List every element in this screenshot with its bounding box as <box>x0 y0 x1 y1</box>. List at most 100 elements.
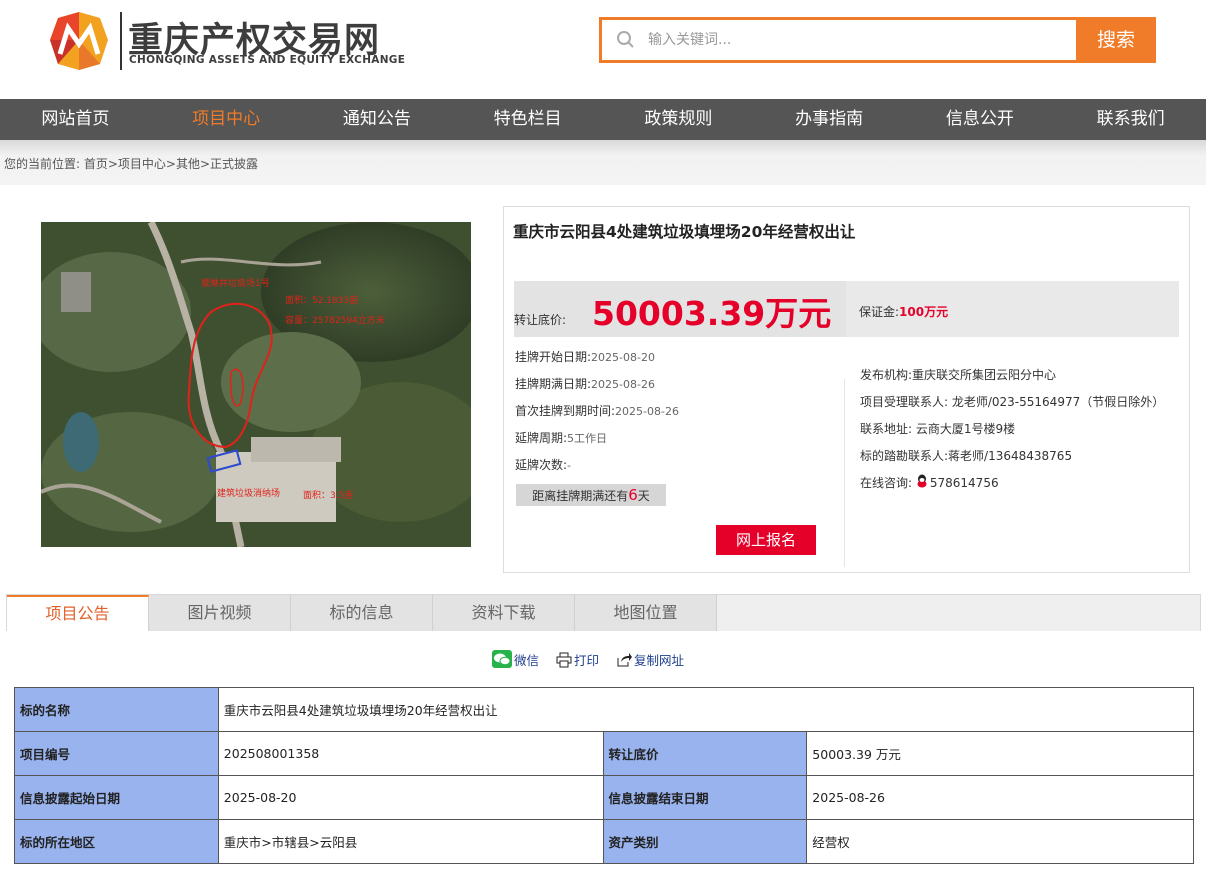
tab-4[interactable]: 地图位置 <box>575 595 717 631</box>
deposit-value: 100万元 <box>899 305 949 319</box>
listing-row: 延牌次数:- <box>515 455 679 482</box>
price-row: 转让底价: 50003.39万元 保证金:100万元 <box>514 281 1179 337</box>
share-link-icon <box>617 653 632 667</box>
listing-value: 2025-08-20 <box>591 351 655 364</box>
contact-value: 蒋老师/13648438765 <box>948 449 1073 463</box>
nav-item-3[interactable]: 特色栏目 <box>452 99 603 140</box>
contact-label: 联系地址: <box>860 422 913 436</box>
search-icon <box>617 31 634 48</box>
share-copy-url[interactable]: 复制网址 <box>616 650 684 669</box>
table-row: 项目编号 202508001358 转让底价 50003.39 万元 <box>14 731 1194 776</box>
logo-mark-icon <box>50 12 108 70</box>
contact-value: 重庆联交所集团云阳分中心 <box>912 368 1057 382</box>
contact-value: 云商大厦1号楼9楼 <box>912 422 1016 436</box>
table-value: 202508001358 <box>217 731 604 776</box>
project-card: 貔貅井垃圾场1号 面积：52.1833亩 容量：25782594立方米 建筑垃圾… <box>4 185 1202 590</box>
nav-item-6[interactable]: 信息公开 <box>905 99 1056 140</box>
contact-label: 项目受理联系人: <box>860 395 949 409</box>
table-key: 信息披露起始日期 <box>14 775 219 820</box>
tab-1[interactable]: 图片视频 <box>149 595 291 631</box>
share-print[interactable]: 打印 <box>556 650 599 669</box>
tab-2[interactable]: 标的信息 <box>291 595 433 631</box>
nav-item-2[interactable]: 通知公告 <box>302 99 453 140</box>
price-value: 50003.39万元 <box>592 294 832 333</box>
countdown-badge: 距离挂牌期满还有6天 <box>516 484 666 506</box>
photo-label-3: 容量：25782594立方米 <box>285 314 385 326</box>
contact-row: 项目受理联系人: 龙老师/023-55164977（节假日除外） <box>860 392 1164 419</box>
photo-label-1: 貔貅井垃圾场1号 <box>201 277 270 289</box>
photo-label-4: 建筑垃圾消纳场 <box>217 487 280 499</box>
print-icon <box>556 652 572 668</box>
online-consult: 在线咨询: 578614756 <box>860 473 1164 500</box>
contact-row: 标的踏勘联系人:蒋老师/13648438765 <box>860 446 1164 473</box>
breadcrumb-prefix: 您的当前位置: <box>4 157 84 171</box>
nav-item-4[interactable]: 政策规则 <box>603 99 754 140</box>
site-logo[interactable]: 重庆产权交易网 CHONGQING ASSETS AND EQUITY EXCH… <box>46 10 405 72</box>
tab-0[interactable]: 项目公告 <box>7 595 149 631</box>
qq-consult-link[interactable]: 578614756 <box>916 474 999 490</box>
info-divider <box>844 379 845 567</box>
wechat-label: 微信 <box>514 653 540 668</box>
table-value: 重庆市>市辖县>云阳县 <box>217 819 604 864</box>
logo-subtitle: CHONGQING ASSETS AND EQUITY EXCHANGE <box>129 54 406 66</box>
qq-number: 578614756 <box>929 476 999 490</box>
print-label: 打印 <box>574 653 600 668</box>
project-satellite-image[interactable]: 貔貅井垃圾场1号 面积：52.1833亩 容量：25782594立方米 建筑垃圾… <box>41 222 471 547</box>
search-button[interactable]: 搜索 <box>1076 17 1156 63</box>
photo-label-5: 面积：3.5亩 <box>303 489 353 501</box>
contact-label: 标的踏勘联系人: <box>860 449 949 463</box>
signup-button[interactable]: 网上报名 <box>716 525 816 555</box>
main-nav: 网站首页 项目中心 通知公告 特色栏目 政策规则 办事指南 信息公开 联系我们 <box>0 99 1206 140</box>
listing-label: 首次挂牌到期时间: <box>515 404 616 418</box>
table-key: 转让底价 <box>602 731 808 776</box>
search-box: 搜索 <box>599 17 1156 63</box>
countdown-days: 6 <box>628 486 638 504</box>
wechat-icon <box>492 650 512 668</box>
contact-row: 发布机构:重庆联交所集团云阳分中心 <box>860 365 1164 392</box>
nav-item-7[interactable]: 联系我们 <box>1055 99 1206 140</box>
share-wechat[interactable]: 微信 <box>492 650 539 669</box>
nav-item-1[interactable]: 项目中心 <box>151 99 302 140</box>
content-tabs: 项目公告 图片视频 标的信息 资料下载 地图位置 <box>6 594 1201 631</box>
countdown-suffix: 天 <box>637 489 650 503</box>
tab-3[interactable]: 资料下载 <box>433 595 575 631</box>
listing-label: 延牌周期: <box>515 431 568 445</box>
listing-row: 挂牌期满日期:2025-08-26 <box>515 374 679 401</box>
price-panel: 转让底价: 50003.39万元 <box>514 281 846 337</box>
consult-label: 在线咨询: <box>860 476 913 490</box>
table-value: 经营权 <box>806 819 1194 864</box>
deposit-label: 保证金: <box>859 305 900 319</box>
listing-label: 挂牌开始日期: <box>515 350 592 364</box>
table-key: 信息披露结束日期 <box>602 775 808 820</box>
table-key: 资产类别 <box>602 819 808 864</box>
listing-value: 5工作日 <box>567 432 608 445</box>
contact-label: 发布机构: <box>860 368 913 382</box>
table-value: 50003.39 万元 <box>806 731 1194 776</box>
share-bar: 微信 打印 复制网址 <box>492 650 697 669</box>
nav-item-0[interactable]: 网站首页 <box>0 99 151 140</box>
listing-value: 2025-08-26 <box>615 405 679 418</box>
deposit: 保证金:100万元 <box>859 303 948 320</box>
listing-value: - <box>567 459 572 472</box>
listing-value: 2025-08-26 <box>591 378 655 391</box>
table-row: 标的所在地区 重庆市>市辖县>云阳县 资产类别 经营权 <box>14 819 1194 864</box>
listing-row: 首次挂牌到期时间:2025-08-26 <box>515 401 679 428</box>
search-input[interactable] <box>648 26 1068 54</box>
price-label: 转让底价: <box>514 313 567 327</box>
listing-row: 挂牌开始日期:2025-08-20 <box>515 347 679 374</box>
qq-icon <box>917 474 927 488</box>
site-header: 重庆产权交易网 CHONGQING ASSETS AND EQUITY EXCH… <box>0 0 1206 98</box>
contact-row: 联系地址: 云商大厦1号楼9楼 <box>860 419 1164 446</box>
breadcrumb: 您的当前位置: 首页>项目中心>其他>正式披露 <box>4 155 258 172</box>
logo-divider <box>120 12 122 70</box>
table-value-name: 重庆市云阳县4处建筑垃圾填埋场20年经营权出让 <box>217 687 1195 732</box>
listing-label: 延牌次数: <box>515 458 568 472</box>
table-key: 标的所在地区 <box>14 819 219 864</box>
table-row: 信息披露起始日期 2025-08-20 信息披露结束日期 2025-08-26 <box>14 775 1194 820</box>
breadcrumb-path[interactable]: 首页>项目中心>其他>正式披露 <box>84 157 258 171</box>
project-info-box: 重庆市云阳县4处建筑垃圾填埋场20年经营权出让 转让底价: 50003.39万元… <box>503 206 1190 573</box>
table-value: 2025-08-20 <box>217 775 604 820</box>
nav-item-5[interactable]: 办事指南 <box>754 99 905 140</box>
table-key-name: 标的名称 <box>14 687 219 732</box>
listing-label: 挂牌期满日期: <box>515 377 592 391</box>
